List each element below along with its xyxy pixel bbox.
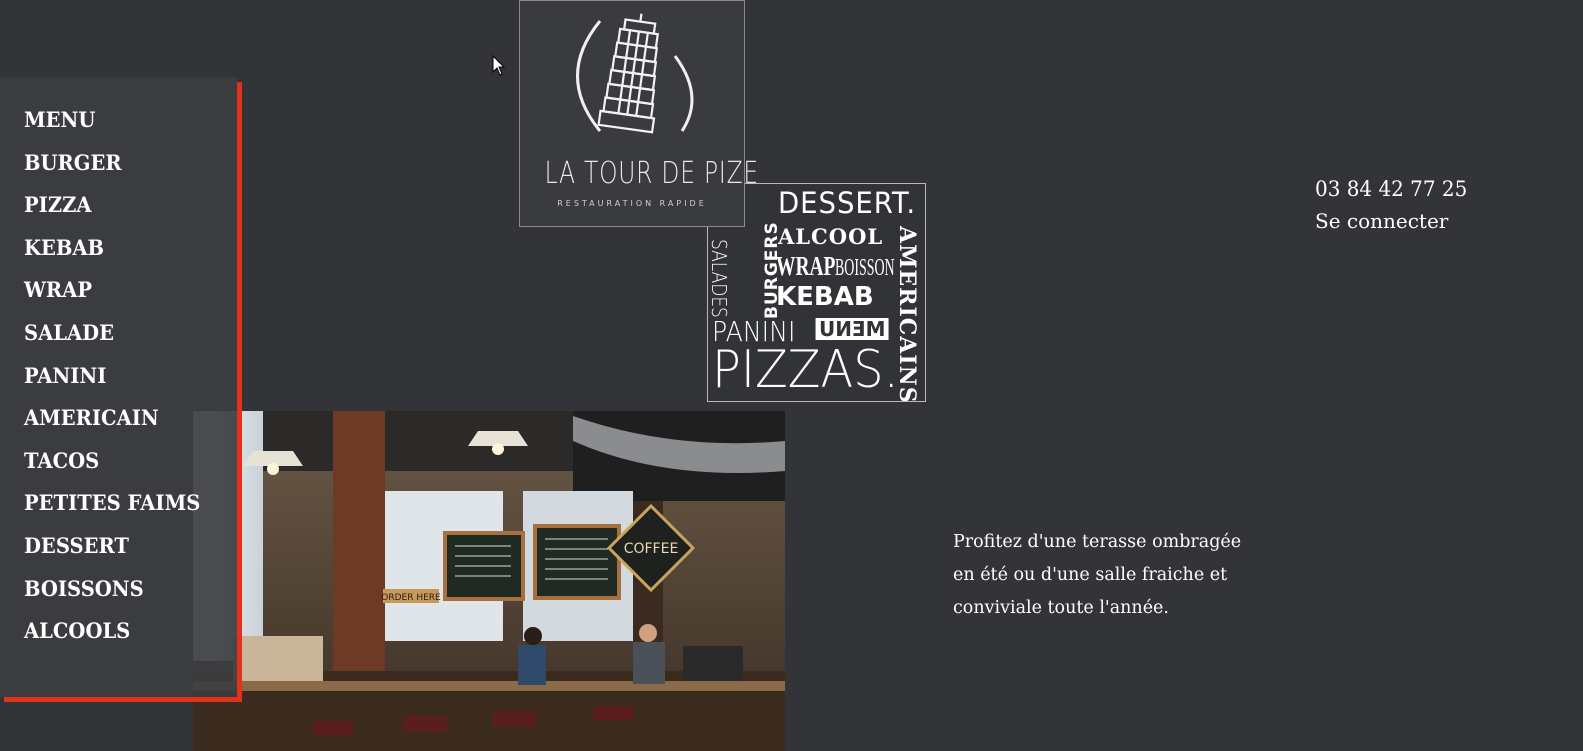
menu-item-panini[interactable]: PANINI [24,362,200,405]
menu-item-pizza[interactable]: PIZZA [24,191,200,234]
order-here-sign-text: ORDER HERE [381,593,441,603]
menu-item-dessert[interactable]: DESSERT [24,532,200,575]
collage-word-salades: SALADES [707,239,731,318]
collage-word-kebab: KEBAB [776,282,874,312]
phone-number[interactable]: 03 84 42 77 25 [1315,173,1467,205]
collage-word-dessert: DESSERT. [778,186,917,220]
coffee-sign-text: COFFEE [624,541,679,557]
collage-word-boisson: BOISSON [835,255,895,281]
menu-accent-border-bottom [4,697,242,702]
menu-item-americain[interactable]: AMERICAIN [24,404,200,447]
category-menu-list: MENU BURGER PIZZA KEBAB WRAP SALADE PANI… [24,106,214,660]
terrace-line-3: conviviale toute l'année. [953,598,1169,618]
menu-item-kebab[interactable]: KEBAB [24,234,200,277]
mouse-cursor-icon [492,55,506,76]
login-link[interactable]: Se connecter [1315,205,1475,237]
collage-word-wrap: WRAP [776,251,836,281]
collage-word-menu: MENU [816,317,889,341]
menu-item-salade[interactable]: SALADE [24,319,200,362]
menu-item-alcools[interactable]: ALCOOLS [24,617,200,660]
collage-word-pizzas: PIZZAS. [712,340,899,400]
restaurant-logo[interactable]: LA TOUR DE PIZE RESTAURATION RAPIDE [519,0,759,227]
terrace-line-2: en été ou d'une salle fraiche et [953,565,1228,585]
leaning-tower-icon [576,13,694,134]
menu-item-wrap[interactable]: WRAP [24,276,200,319]
menu-item-boissons[interactable]: BOISSONS [24,575,200,618]
contact-block: 03 84 42 77 25 Se connecter [1315,173,1475,237]
collage-word-americains: AMERICAINS [894,226,920,402]
logo-subtitle: RESTAURATION RAPIDE [557,199,707,208]
terrace-description: Profitez d'une terasse ombragée en été o… [953,526,1283,625]
page: LA TOUR DE PIZE RESTAURATION RAPIDE DESS… [0,0,1583,751]
restaurant-interior-photo: COFFEE ORDER HERE [193,411,785,751]
menu-accent-border-right [237,82,242,702]
collage-word-burgers: BURGERS [762,221,782,319]
menu-item-tacos[interactable]: TACOS [24,447,200,490]
side-navigation-menu: MENU BURGER PIZZA KEBAB WRAP SALADE PANI… [0,77,237,697]
menu-item-petites-faims[interactable]: PETITES FAIMS [24,489,200,532]
menu-item-menu[interactable]: MENU [24,106,200,149]
menu-item-burger[interactable]: BURGER [24,149,200,192]
logo-title: LA TOUR DE PIZE [544,156,759,191]
terrace-line-1: Profitez d'une terasse ombragée [953,532,1242,552]
interior-illustration: COFFEE ORDER HERE [193,411,785,751]
collage-word-alcool: ALCOOL [778,224,884,249]
